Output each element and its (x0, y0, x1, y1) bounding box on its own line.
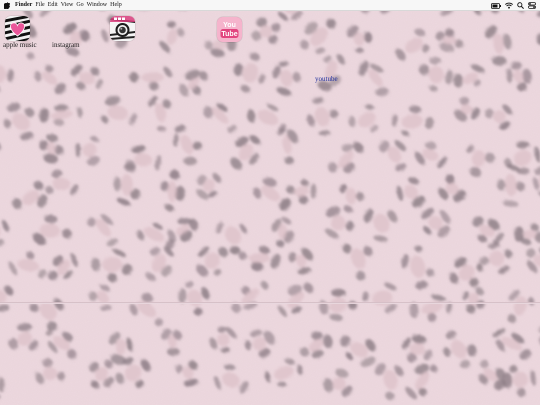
menu-bar: Finder File Edit View Go Window Help (0, 0, 540, 11)
status-area (487, 1, 536, 10)
menu-file[interactable]: File (35, 0, 44, 11)
youtube-you-text: You (223, 22, 236, 29)
desktop-icon-apple-music[interactable]: apple music (0, 14, 40, 50)
zebra-heart-icon[interactable] (5, 16, 30, 41)
battery-icon[interactable] (491, 2, 501, 9)
icon-label-instagram: instagram (52, 41, 80, 49)
youtube-icon[interactable]: You Tube (217, 17, 242, 42)
menu-window[interactable]: Window (87, 0, 107, 11)
camera-icon[interactable] (110, 16, 135, 41)
desktop-icon-youtube[interactable]: You Tube youtube (214, 14, 344, 86)
desktop-icon-instagram[interactable]: instagram (48, 14, 136, 50)
menu-edit[interactable]: Edit (48, 0, 58, 11)
icon-label-apple-music: apple music (3, 41, 37, 49)
wifi-icon[interactable] (505, 2, 513, 9)
wallpaper-fold (0, 302, 540, 304)
icon-label-youtube: youtube (315, 75, 338, 83)
menu-go[interactable]: Go (76, 0, 83, 11)
search-icon[interactable] (517, 2, 524, 9)
desktop[interactable]: Finder File Edit View Go Window Help app… (0, 0, 540, 405)
menu-help[interactable]: Help (110, 0, 122, 11)
menu-finder[interactable]: Finder (15, 0, 32, 11)
apple-menu-icon[interactable] (4, 1, 10, 9)
menu-view[interactable]: View (61, 0, 74, 11)
youtube-tube-text: Tube (221, 31, 237, 38)
control-center-icon[interactable] (528, 2, 536, 9)
